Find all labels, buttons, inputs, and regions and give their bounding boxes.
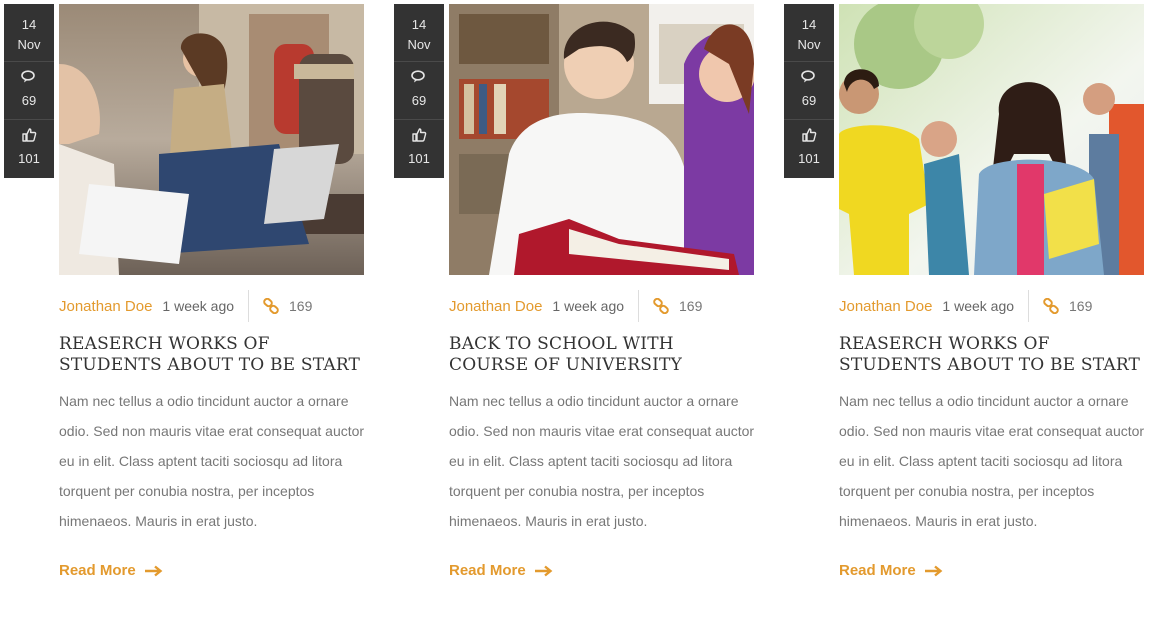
post-excerpt: Nam nec tellus a odio tincidunt auctor a… [59, 393, 365, 529]
thumbs-up-icon [802, 128, 817, 142]
post-comments[interactable]: 69 [4, 62, 54, 120]
post-age: 1 week ago [942, 298, 1015, 314]
post-likes[interactable]: 101 [394, 120, 444, 178]
author-link[interactable]: Jonathan Doe [449, 298, 542, 315]
post-date-month: Nov [797, 36, 821, 52]
student-group-photo[interactable] [839, 4, 1144, 275]
post-title[interactable]: REASERCH WORKS OF STUDENTS ABOUT TO BE S… [839, 334, 1144, 376]
like-count: 101 [18, 151, 40, 166]
link-count: 169 [679, 298, 703, 314]
post-age: 1 week ago [162, 298, 235, 314]
read-more-label: Read More [839, 562, 916, 579]
blog-post-card: 14 Nov 69 101 Jonathan Doe 1 week ago 16… [784, 0, 1149, 619]
post-comments[interactable]: 69 [394, 62, 444, 120]
post-likes[interactable]: 101 [784, 120, 834, 178]
post-meta: Jonathan Doe 1 week ago 169 [839, 290, 1144, 322]
like-count: 101 [408, 151, 430, 166]
author-link[interactable]: Jonathan Doe [839, 298, 932, 315]
post-meta: Jonathan Doe 1 week ago 169 [449, 290, 754, 322]
link-icon [653, 298, 669, 314]
comment-count: 69 [411, 92, 427, 108]
read-more-link[interactable]: Read More [839, 562, 943, 579]
link-count: 169 [289, 298, 313, 314]
post-comments[interactable]: 69 [784, 62, 834, 120]
thumbs-up-icon [412, 128, 427, 142]
post-excerpt: Nam nec tellus a odio tincidunt auctor a… [839, 393, 1145, 529]
blog-post-card: 14 Nov 69 101 Jonathan Doe 1 week ago 16… [394, 0, 759, 619]
comment-count: 69 [801, 92, 817, 108]
link-icon [263, 298, 279, 314]
comment-icon [411, 69, 425, 82]
comment-icon [801, 69, 815, 82]
author-link[interactable]: Jonathan Doe [59, 298, 152, 315]
post-date-month: Nov [17, 36, 41, 52]
post-date-day: 14 [801, 16, 817, 32]
read-more-label: Read More [449, 562, 526, 579]
post-stats-sidebar: 14 Nov 69 101 [394, 4, 444, 178]
student-laptop-photo[interactable] [59, 4, 364, 275]
meta-divider [638, 290, 640, 322]
read-more-link[interactable]: Read More [449, 562, 553, 579]
post-age: 1 week ago [552, 298, 625, 314]
meta-divider [248, 290, 250, 322]
like-count: 101 [798, 151, 820, 166]
post-date-day: 14 [411, 16, 427, 32]
arrow-right-icon [534, 565, 553, 576]
post-meta: Jonathan Doe 1 week ago 169 [59, 290, 364, 322]
post-excerpt: Nam nec tellus a odio tincidunt auctor a… [449, 393, 755, 529]
thumbs-up-icon [22, 128, 37, 142]
library-book-photo[interactable] [449, 4, 754, 275]
post-date: 14 Nov [394, 4, 444, 62]
post-date: 14 Nov [784, 4, 834, 62]
blog-post-card: 14 Nov 69 101 Jonathan Doe 1 week ago 16… [4, 0, 369, 619]
post-title[interactable]: BACK TO SCHOOL WITH COURSE OF UNIVERSITY [449, 334, 754, 376]
post-likes[interactable]: 101 [4, 120, 54, 178]
read-more-label: Read More [59, 562, 136, 579]
post-stats-sidebar: 14 Nov 69 101 [784, 4, 834, 178]
comment-icon [21, 69, 35, 82]
post-date-day: 14 [21, 16, 37, 32]
post-date-month: Nov [407, 36, 431, 52]
arrow-right-icon [144, 565, 163, 576]
post-date: 14 Nov [4, 4, 54, 62]
link-count: 169 [1069, 298, 1093, 314]
arrow-right-icon [924, 565, 943, 576]
read-more-link[interactable]: Read More [59, 562, 163, 579]
post-title[interactable]: REASERCH WORKS OF STUDENTS ABOUT TO BE S… [59, 334, 364, 376]
post-stats-sidebar: 14 Nov 69 101 [4, 4, 54, 178]
comment-count: 69 [21, 92, 37, 108]
meta-divider [1028, 290, 1030, 322]
link-icon [1043, 298, 1059, 314]
